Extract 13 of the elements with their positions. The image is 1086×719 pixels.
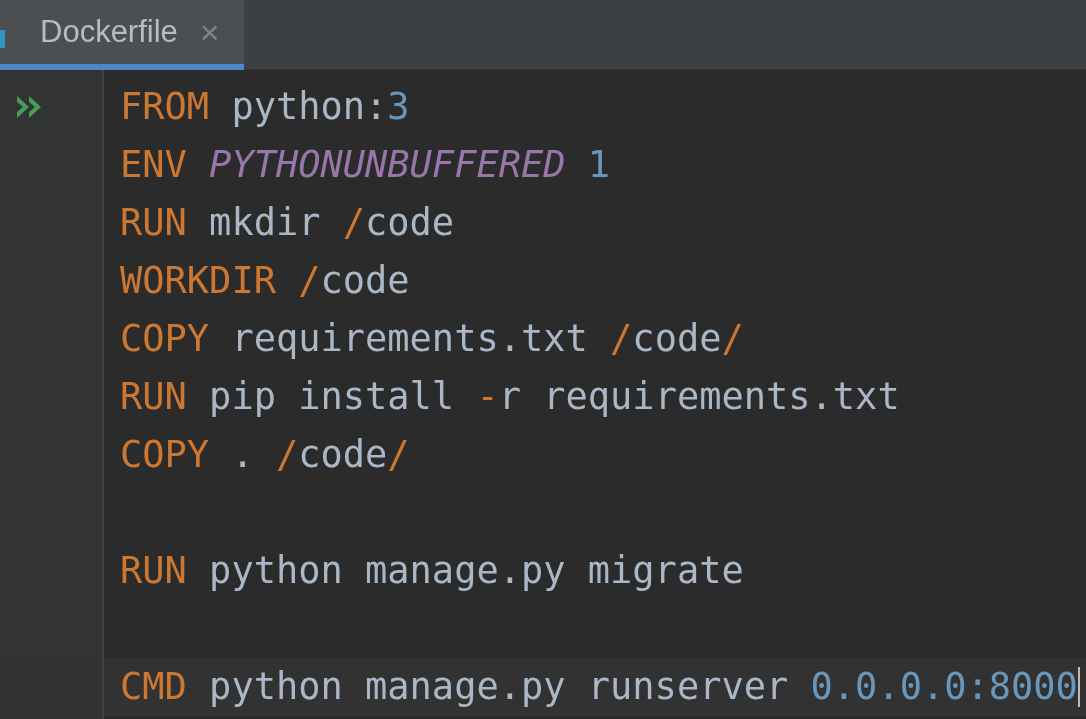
code-line: COPY . /code/ xyxy=(120,432,410,479)
file-icon xyxy=(0,30,5,48)
code-line: RUN mkdir /code xyxy=(120,200,455,247)
close-icon[interactable]: × xyxy=(199,6,220,58)
editor-tab[interactable]: Dockerfile × xyxy=(0,0,244,70)
code-line: RUN pip install -r requirements.txt xyxy=(120,374,900,421)
code-line: CMD python manage.py runserver 0.0.0.0:8000 xyxy=(120,664,1078,711)
code-line: RUN python manage.py migrate xyxy=(120,548,744,595)
code-line: FROM python:3 xyxy=(120,84,410,131)
code-line: WORKDIR /code xyxy=(120,258,410,305)
text-cursor xyxy=(1077,667,1080,707)
code-line: ENV PYTHONUNBUFFERED 1 xyxy=(120,142,611,189)
code-line: COPY requirements.txt /code/ xyxy=(120,316,744,363)
